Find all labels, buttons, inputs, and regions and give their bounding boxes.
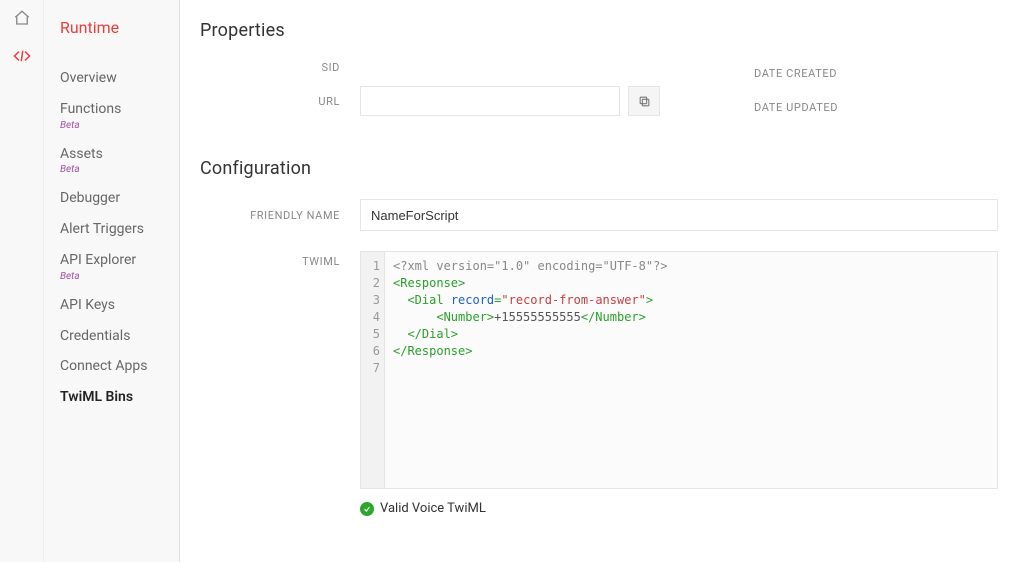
content: Properties SID DATE CREATED URL xyxy=(180,0,1024,562)
sidebar-item-debugger[interactable]: Debugger xyxy=(60,183,163,214)
properties-row-1: SID DATE CREATED xyxy=(200,61,1004,86)
sid-label: SID xyxy=(200,61,360,74)
twiml-label: TWIML xyxy=(200,251,360,268)
copy-icon xyxy=(638,95,651,108)
beta-badge: Beta xyxy=(60,120,163,132)
sidebar-item-label: Credentials xyxy=(60,328,130,344)
sidebar-item-label: API Explorer xyxy=(60,252,136,268)
sidebar-item-functions[interactable]: Functions Beta xyxy=(60,94,163,139)
properties-row-2: URL DATE UPDATED xyxy=(200,86,1004,128)
code-content[interactable]: <?xml version="1.0" encoding="UTF-8"?> <… xyxy=(385,252,676,488)
beta-badge: Beta xyxy=(60,271,163,283)
sidebar-item-overview[interactable]: Overview xyxy=(60,63,163,94)
app-root: Runtime Overview Functions Beta Assets B… xyxy=(0,0,1024,562)
url-input[interactable] xyxy=(360,86,620,116)
sidebar-item-credentials[interactable]: Credentials xyxy=(60,321,163,352)
code-icon[interactable] xyxy=(10,44,34,68)
validation-row: Valid Voice TwiML xyxy=(360,501,1004,516)
sidebar-item-connect-apps[interactable]: Connect Apps xyxy=(60,351,163,382)
url-label: URL xyxy=(200,95,360,108)
properties-title: Properties xyxy=(200,20,1004,41)
sidebar-item-label: Assets xyxy=(60,146,103,162)
date-created-label: DATE CREATED xyxy=(754,67,1004,80)
copy-button[interactable] xyxy=(628,86,660,116)
sidebar-item-label: Overview xyxy=(60,70,117,86)
date-updated-label: DATE UPDATED xyxy=(754,101,1004,114)
beta-badge: Beta xyxy=(60,164,163,176)
friendly-name-input[interactable] xyxy=(360,199,998,231)
sidebar-item-alert-triggers[interactable]: Alert Triggers xyxy=(60,214,163,245)
home-icon[interactable] xyxy=(10,6,34,30)
sidebar-item-label: Connect Apps xyxy=(60,358,147,374)
icon-rail xyxy=(0,0,44,562)
line-gutter: 1234567 xyxy=(361,252,385,488)
sidebar-item-label: API Keys xyxy=(60,297,115,313)
sidebar-item-api-keys[interactable]: API Keys xyxy=(60,290,163,321)
validation-text: Valid Voice TwiML xyxy=(380,501,486,516)
sidebar-item-label: TwiML Bins xyxy=(60,389,133,405)
check-circle-icon xyxy=(360,502,374,516)
sidebar: Runtime Overview Functions Beta Assets B… xyxy=(44,0,180,562)
sidebar-item-twiml-bins[interactable]: TwiML Bins xyxy=(60,382,163,413)
sidebar-item-assets[interactable]: Assets Beta xyxy=(60,139,163,184)
sidebar-item-api-explorer[interactable]: API Explorer Beta xyxy=(60,245,163,290)
sidebar-item-label: Alert Triggers xyxy=(60,221,144,237)
sidebar-item-label: Debugger xyxy=(60,190,120,206)
sidebar-title: Runtime xyxy=(60,18,163,37)
sidebar-item-label: Functions xyxy=(60,101,121,117)
friendly-name-label: FRIENDLY NAME xyxy=(200,209,360,222)
twiml-editor[interactable]: 1234567 <?xml version="1.0" encoding="UT… xyxy=(360,251,998,489)
configuration-title: Configuration xyxy=(200,158,1004,179)
